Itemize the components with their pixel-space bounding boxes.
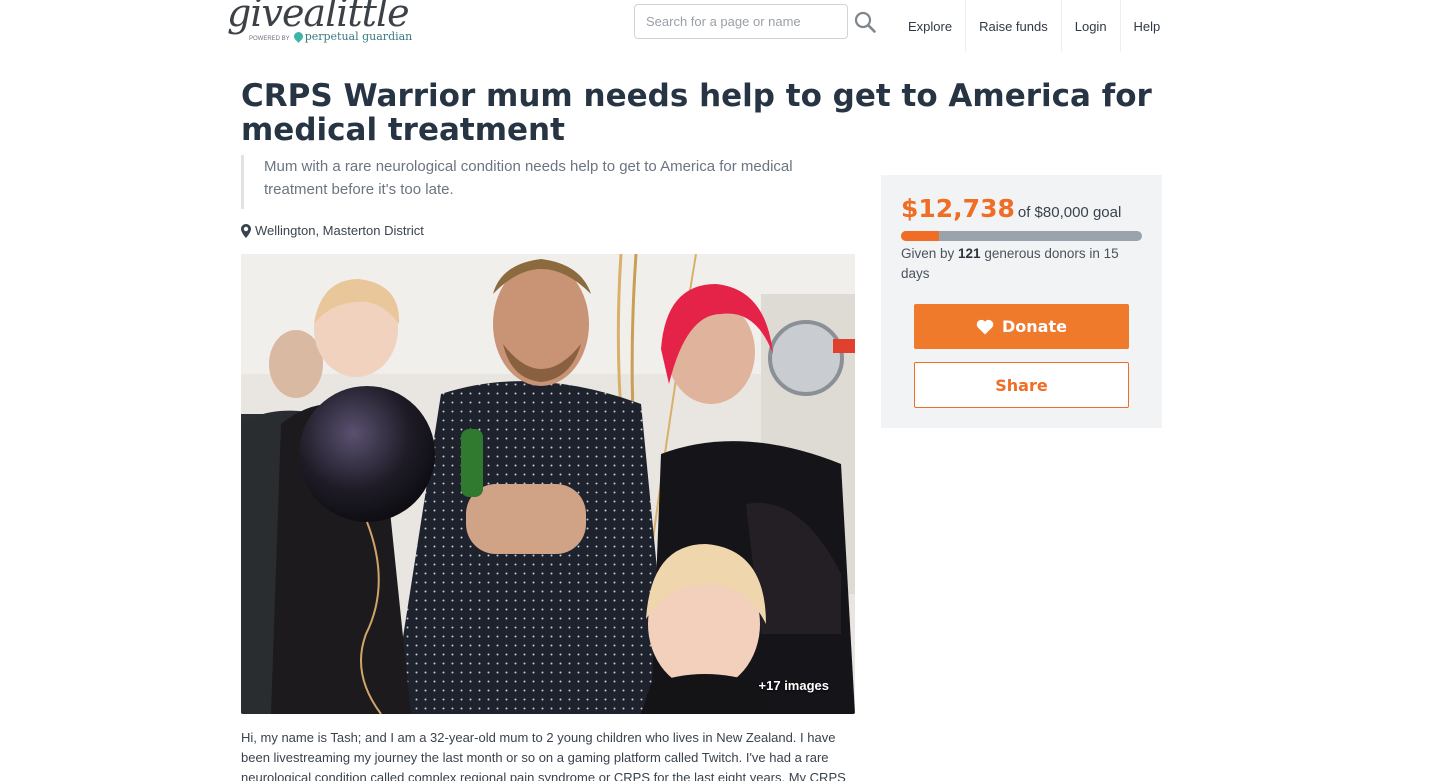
raised-summary: $12,738 of $80,000 goal — [901, 194, 1121, 223]
amount-raised: $12,738 — [901, 194, 1015, 223]
page-blurb: Mum with a rare neurological condition n… — [241, 155, 851, 209]
share-label: Share — [995, 375, 1048, 395]
donate-button[interactable]: Donate — [914, 304, 1129, 349]
heart-icon — [976, 319, 994, 334]
site-header: givealittle POWERED BY perpetual guardian… — [0, 0, 1440, 52]
donors-prefix: Given by — [901, 246, 959, 261]
donors-text: Given by 121 generous donors in 15 days — [901, 244, 1142, 284]
goal-text: of $80,000 goal — [1017, 204, 1122, 221]
nav-login[interactable]: Login — [1060, 0, 1120, 52]
donate-label: Donate — [1002, 317, 1067, 336]
nav-raise-funds[interactable]: Raise funds — [965, 0, 1061, 52]
progress-bar — [901, 231, 1142, 241]
search-input[interactable] — [634, 4, 848, 39]
nav-help[interactable]: Help — [1119, 0, 1174, 52]
givealittle-logo[interactable]: givealittle POWERED BY perpetual guardian — [227, 0, 412, 46]
story-text: Hi, my name is Tash; and I am a 32-year-… — [241, 730, 846, 781]
share-button[interactable]: Share — [914, 362, 1129, 408]
donation-panel: $12,738 of $80,000 goal Given by 121 gene… — [881, 175, 1162, 428]
donors-count: 121 — [958, 246, 981, 261]
logo-tagline: POWERED BY perpetual guardian — [249, 30, 413, 43]
logo-partner: perpetual guardian — [304, 30, 413, 43]
page-location: Wellington, Masterton District — [241, 223, 424, 238]
progress-bar-fill — [901, 231, 940, 241]
logo-powered-by: POWERED BY — [249, 36, 290, 42]
more-images-link[interactable]: +17 images — [759, 678, 829, 693]
location-text: Wellington, Masterton District — [255, 223, 424, 238]
page-title: CRPS Warrior mum needs help to get to Am… — [241, 78, 1152, 148]
search-icon[interactable] — [853, 10, 877, 34]
nav-explore[interactable]: Explore — [895, 0, 965, 52]
map-marker-icon — [241, 223, 251, 238]
hero-photo — [241, 254, 855, 714]
logo-wordmark: givealittle — [227, 0, 410, 35]
perpetual-guardian-mark-icon — [291, 30, 305, 43]
main-nav: Explore Raise funds Login Help — [895, 0, 1173, 52]
hero-image[interactable]: +17 images — [241, 254, 855, 714]
